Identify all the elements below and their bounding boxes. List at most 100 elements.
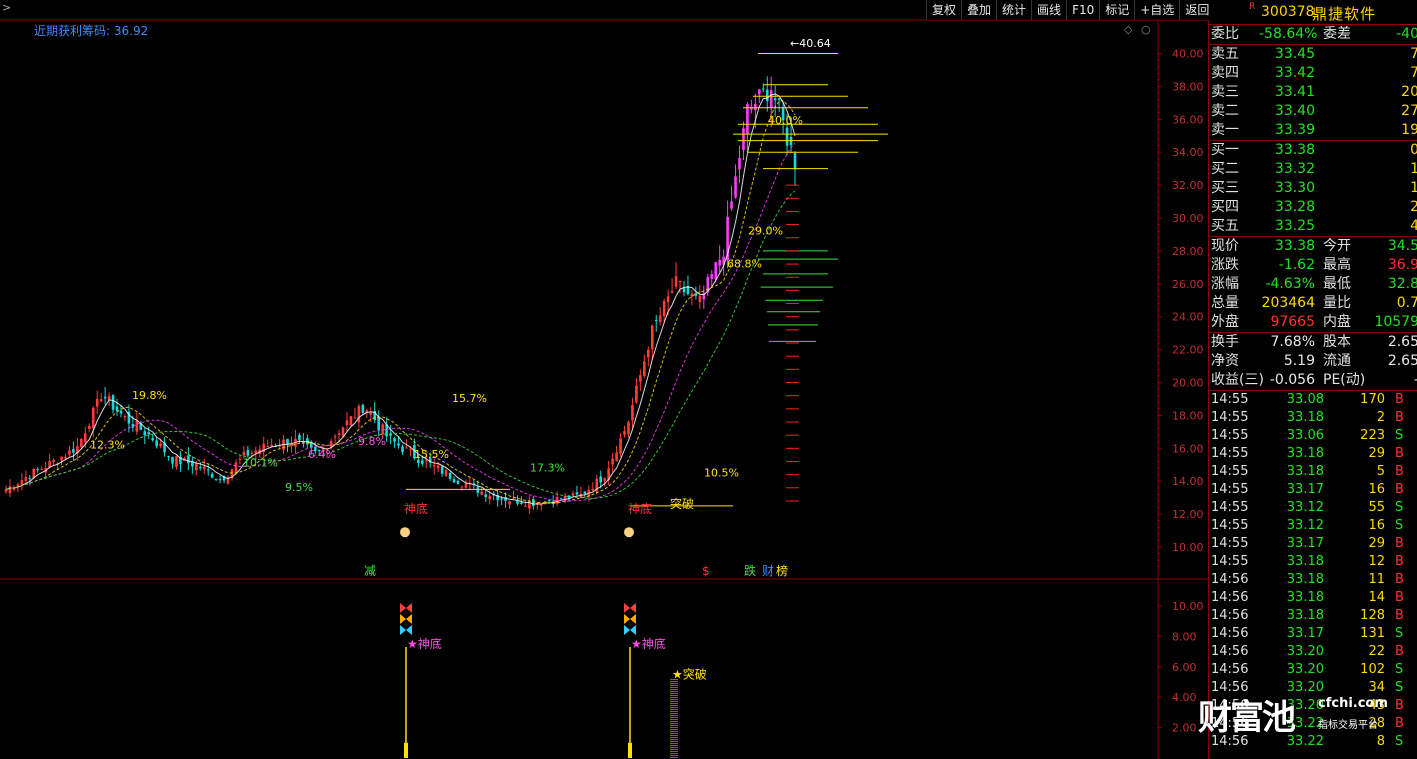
- candle-body: [298, 434, 301, 441]
- candle-body: [488, 496, 492, 500]
- y-tick-label: 38.00: [1172, 80, 1204, 93]
- tick-volume: 29: [1368, 536, 1385, 551]
- candle-body: [603, 478, 606, 481]
- candle-body: [476, 487, 480, 493]
- fund-row: 换手 7.68% 股本 2.65: [1209, 333, 1417, 352]
- tick-time: 14:55: [1211, 446, 1249, 461]
- buy-volume: 1: [1410, 180, 1417, 196]
- quote-label: 现价: [1211, 238, 1239, 254]
- sell-level-row: 卖五 33.45 7: [1209, 45, 1417, 64]
- y-tick-label: 14.00: [1172, 475, 1204, 488]
- candle-body: [635, 385, 638, 403]
- candle-body: [143, 431, 147, 436]
- diamond-icon[interactable]: ◇: [1124, 23, 1132, 36]
- y-tick-label: 12.00: [1172, 508, 1204, 521]
- quote-value: 32.8: [1387, 276, 1417, 292]
- candle-body: [666, 296, 670, 303]
- candle-body: [87, 426, 91, 429]
- sub-signal-label: ★突破: [672, 666, 707, 681]
- candle-body: [631, 404, 634, 421]
- quote-value: 33.38: [1274, 238, 1315, 254]
- toolbar-button-2[interactable]: 统计: [996, 0, 1031, 20]
- toolbar-button-0[interactable]: 复权: [926, 0, 961, 20]
- tick-side: B: [1395, 644, 1404, 659]
- toolbar-button-4[interactable]: F10: [1066, 0, 1099, 20]
- sub-y-tick-label: 10.00: [1172, 600, 1204, 613]
- candle-body: [250, 452, 254, 454]
- sub-signal-label: ★神底: [407, 636, 442, 651]
- candle-body: [714, 262, 718, 280]
- tick-volume: 102: [1360, 662, 1385, 677]
- candle-body: [520, 502, 523, 504]
- y-tick-label: 34.00: [1172, 146, 1204, 159]
- candle-body: [611, 458, 614, 465]
- tick-side: B: [1395, 446, 1404, 461]
- tick-price: 33.20: [1286, 644, 1324, 659]
- nav-arrow-icon[interactable]: >: [2, 1, 11, 14]
- indicator-title: 近期获利筹码: 36.92: [34, 22, 148, 39]
- sub-y-tick-label: 8.00: [1172, 630, 1197, 643]
- tick-side: S: [1395, 680, 1404, 695]
- candle-body: [623, 431, 626, 435]
- buy-label: 买四: [1211, 199, 1239, 215]
- buy-label: 买五: [1211, 218, 1239, 234]
- candle-body: [650, 325, 654, 350]
- toolbar-button-5[interactable]: 标记: [1099, 0, 1134, 20]
- candle-body: [210, 473, 214, 478]
- fund-label: 换手: [1211, 334, 1239, 350]
- buy-level-row: 买二 33.32 1: [1209, 160, 1417, 179]
- tick-price: 33.18: [1286, 572, 1324, 587]
- sell-volume: 20: [1401, 84, 1417, 100]
- toolbar-button-7[interactable]: 返回: [1179, 0, 1214, 20]
- signal-bar-base: [404, 742, 408, 758]
- butterfly-icon: [624, 603, 636, 613]
- candle-body: [214, 478, 218, 480]
- sell-volume: 19: [1401, 122, 1417, 138]
- indicator-value: 36.92: [113, 24, 149, 38]
- candle-body: [718, 259, 721, 266]
- candle-body: [167, 455, 170, 457]
- candle-body: [654, 320, 658, 322]
- tick-side: S: [1395, 626, 1404, 641]
- buy-level-row: 买五 33.25 4: [1209, 217, 1417, 236]
- tick-time: 14:55: [1211, 410, 1249, 425]
- tick-side: S: [1395, 518, 1404, 533]
- candle-body: [785, 127, 789, 146]
- toolbar-button-3[interactable]: 画线: [1031, 0, 1066, 20]
- candle-body: [448, 472, 452, 479]
- sell-level-row: 卖二 33.40 27: [1209, 102, 1417, 121]
- y-tick-label: 16.00: [1172, 442, 1204, 455]
- butterfly-icon: [400, 603, 412, 613]
- candle-body: [52, 460, 55, 462]
- tick-time: 14:55: [1211, 392, 1249, 407]
- tick-time: 14:55: [1211, 554, 1249, 569]
- quote-row: 涨跌 -1.62 最高 36.9: [1209, 256, 1417, 275]
- tick-volume: 5: [1376, 464, 1385, 479]
- candle-body: [405, 447, 408, 449]
- y-tick-label: 28.00: [1172, 245, 1204, 258]
- watermark-sub: 指标交易平台: [1318, 720, 1378, 731]
- y-tick-label: 36.00: [1172, 113, 1204, 126]
- candle-body: [337, 433, 341, 436]
- kline-chart[interactable]: 40.00 38.00 36.00 34.00 32.00 30.00 28.00 26.00…: [0, 0, 1208, 759]
- tick-time: 14:56: [1211, 662, 1249, 677]
- sell-label: 卖一: [1211, 122, 1239, 138]
- tick-volume: 8: [1376, 734, 1385, 749]
- candle-body: [242, 451, 246, 456]
- candle-body: [754, 103, 757, 111]
- quote-label: 外盘: [1211, 314, 1239, 330]
- tick-time: 14:55: [1211, 518, 1249, 533]
- buy-label: 买三: [1211, 180, 1239, 196]
- toolbar-button-6[interactable]: +自选: [1134, 0, 1179, 20]
- candle-body: [202, 466, 206, 470]
- tick-price: 33.18: [1286, 446, 1324, 461]
- tick-row: 14:56 33.18 11 B: [1209, 571, 1417, 589]
- tick-time: 14:55: [1211, 536, 1249, 551]
- circle-icon[interactable]: ○: [1141, 23, 1151, 36]
- candle-body: [206, 469, 210, 471]
- candle-body: [60, 456, 63, 461]
- toolbar-button-1[interactable]: 叠加: [961, 0, 996, 20]
- buy-level-row: 买一 33.38 0: [1209, 141, 1417, 160]
- tick-time: 14:56: [1211, 608, 1249, 623]
- quote-stats: 现价 33.38 今开 34.5 涨跌 -1.62 最高 36.9 涨幅 -4.63% 最低 32.8…: [1209, 237, 1417, 333]
